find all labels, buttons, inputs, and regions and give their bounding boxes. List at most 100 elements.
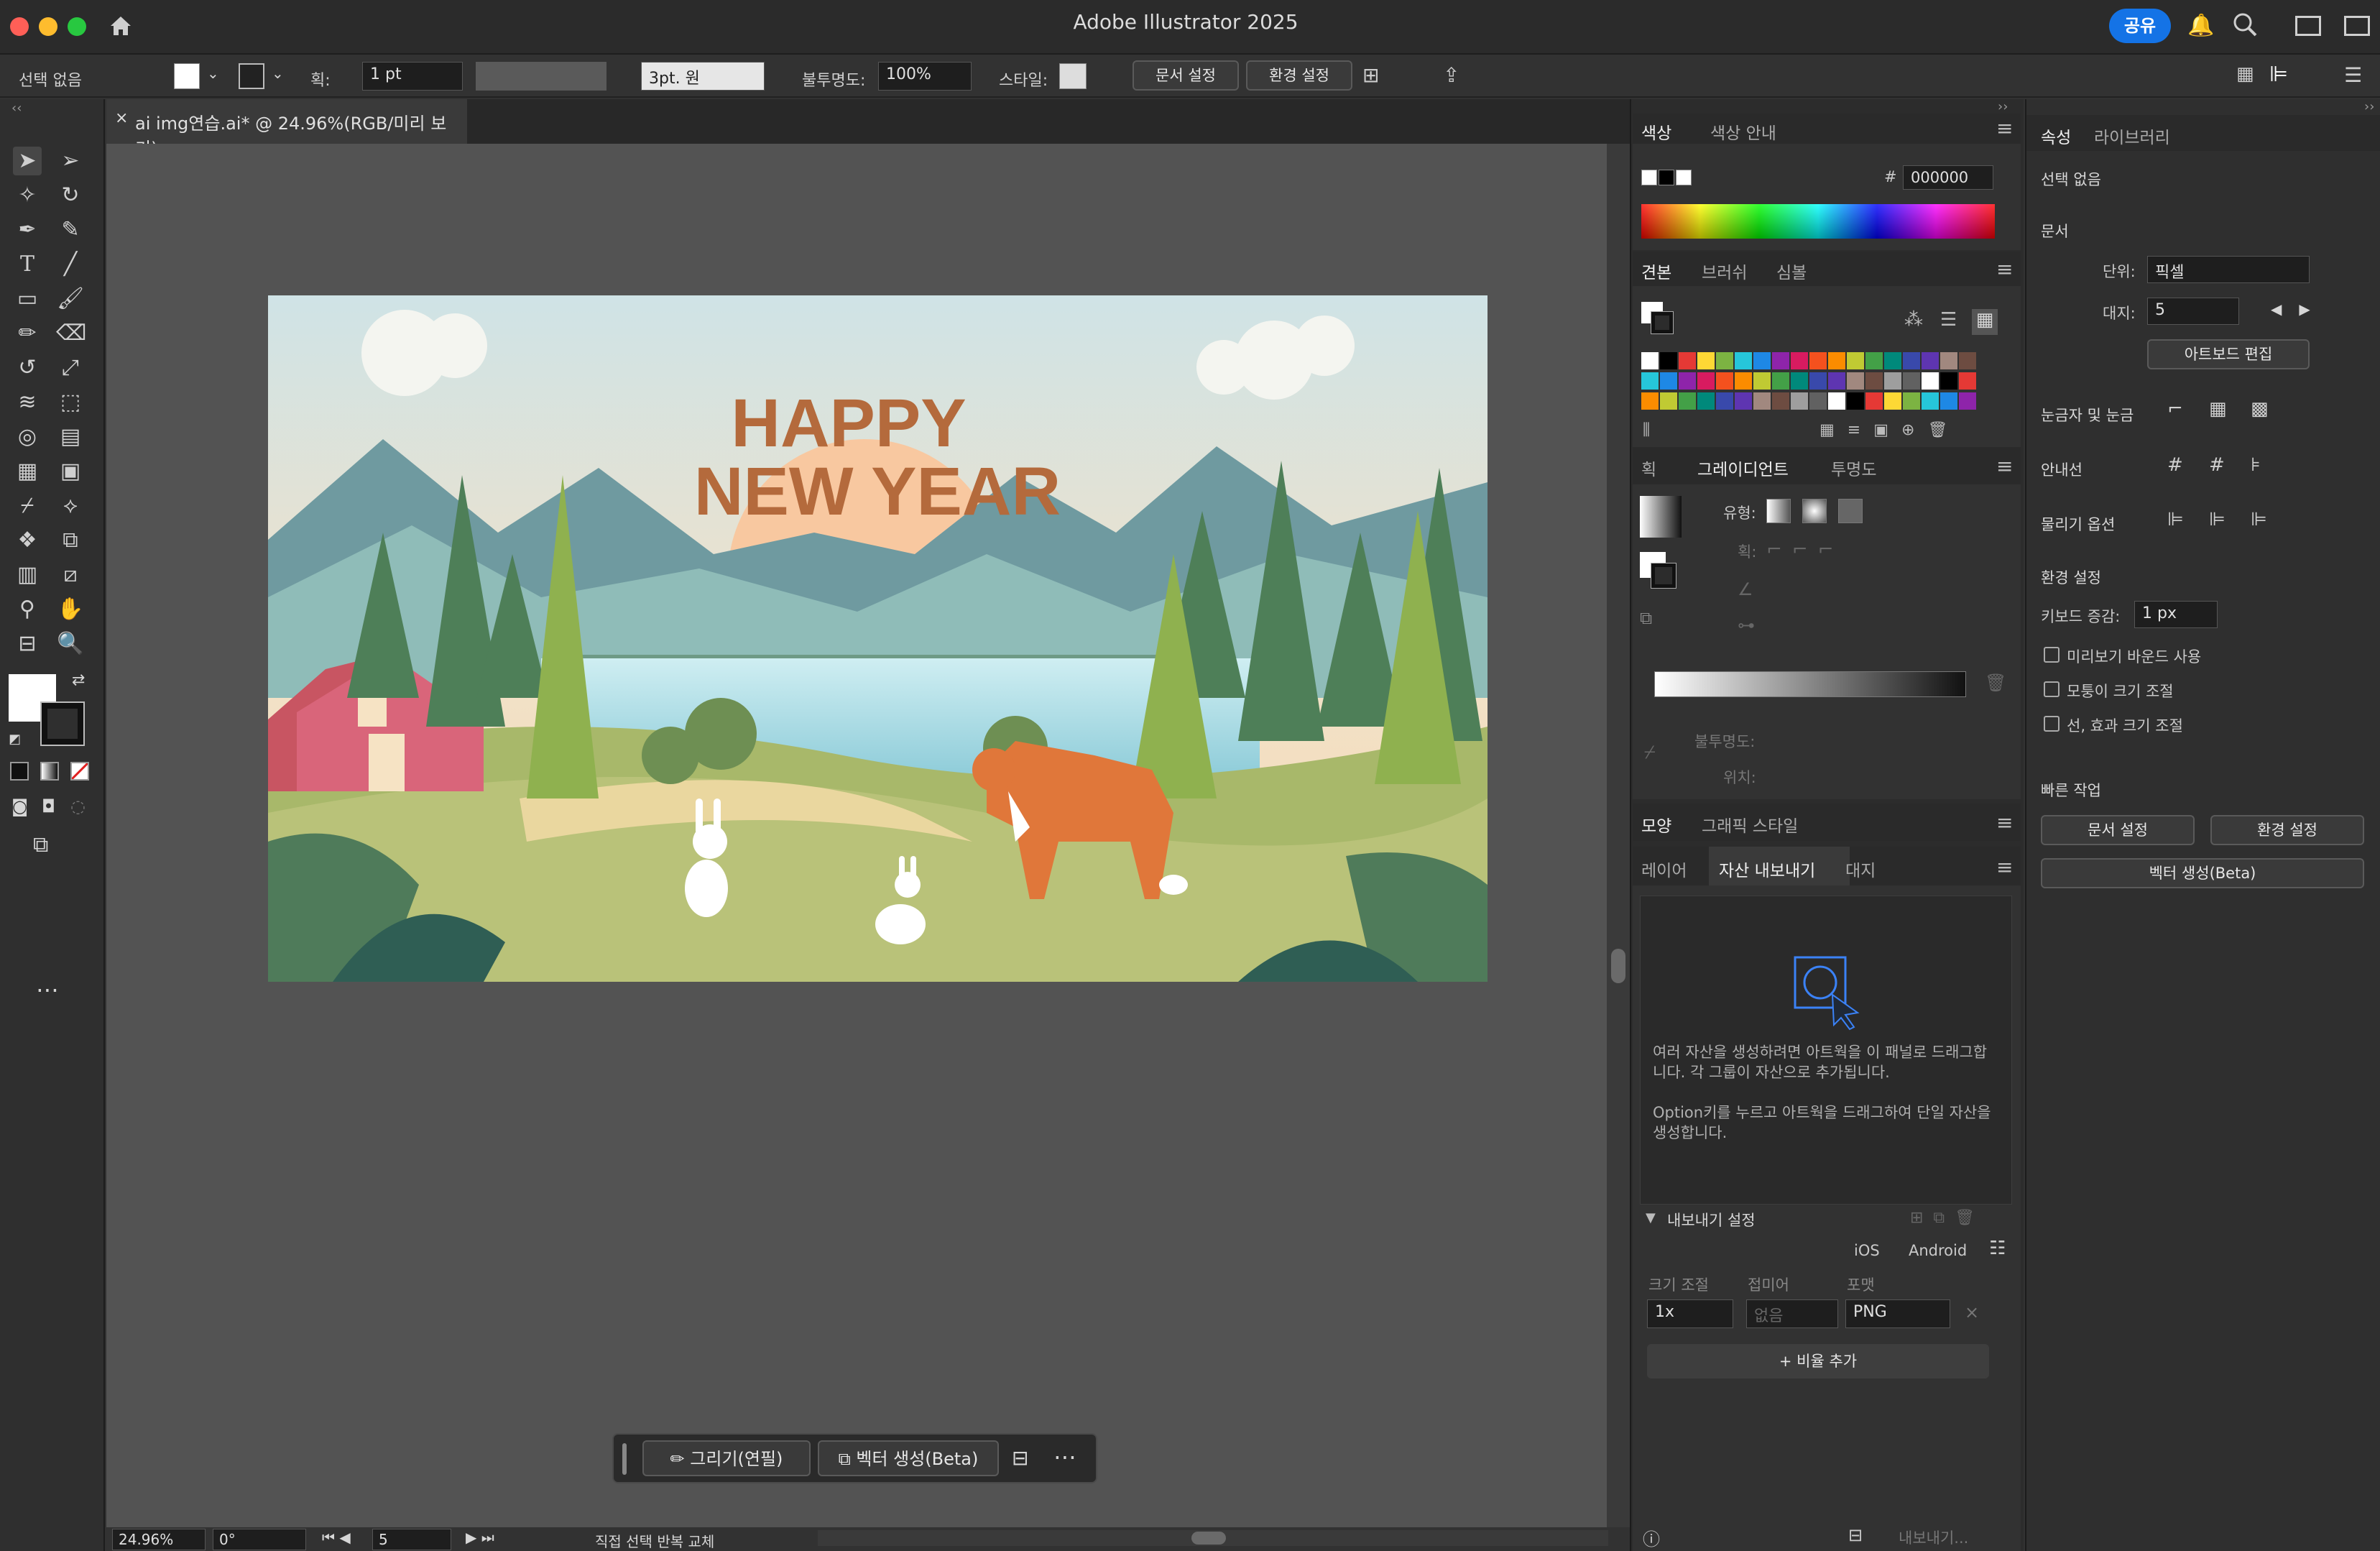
panel-menu-icon[interactable]: ≡ bbox=[1996, 257, 2013, 281]
color-swatch[interactable] bbox=[1865, 352, 1883, 369]
tab-artboards[interactable]: 대지 bbox=[1845, 857, 1876, 881]
align-left-icon[interactable]: ⊫ bbox=[2269, 62, 2288, 87]
shape-builder-icon[interactable]: ◎ bbox=[13, 423, 42, 451]
color-swatch[interactable] bbox=[1865, 392, 1883, 410]
show-guides-icon[interactable]: # bbox=[2167, 454, 2183, 476]
transparency-grid-icon[interactable]: ▩ bbox=[2251, 398, 2269, 420]
color-swatch[interactable] bbox=[1847, 372, 1864, 390]
color-swatch[interactable] bbox=[1716, 352, 1733, 369]
color-swatch[interactable] bbox=[1809, 372, 1827, 390]
vector-generate-button[interactable]: ⧉ 벡터 생성(Beta) bbox=[818, 1440, 999, 1476]
tab-brushes[interactable]: 브러쉬 bbox=[1702, 259, 1747, 283]
gradient-preview[interactable] bbox=[1640, 496, 1682, 538]
tab-gradient[interactable]: 그레이디언트 bbox=[1697, 456, 1789, 480]
export-button[interactable]: 내보내기... bbox=[1899, 1527, 1968, 1548]
tab-appearance[interactable]: 모양 bbox=[1641, 812, 1671, 837]
linear-gradient-icon[interactable] bbox=[1766, 499, 1791, 523]
color-swatch[interactable] bbox=[1679, 392, 1696, 410]
workspace-icon[interactable] bbox=[2295, 16, 2321, 36]
tab-layers[interactable]: 레이어 bbox=[1641, 857, 1687, 881]
more-tools-icon[interactable]: ⋯ bbox=[36, 976, 59, 1003]
variable-width-dropdown[interactable] bbox=[476, 62, 606, 91]
white-swatch[interactable] bbox=[1676, 170, 1692, 185]
selection-tool-icon[interactable]: ➤ bbox=[13, 147, 42, 175]
tab-swatches[interactable]: 견본 bbox=[1641, 259, 1671, 283]
bell-icon[interactable]: 🔔 bbox=[2187, 13, 2214, 38]
eyedropper-icon[interactable]: ⌿ bbox=[13, 492, 42, 520]
color-swatch[interactable] bbox=[1660, 372, 1677, 390]
symbol-sprayer-icon[interactable]: ❖ bbox=[13, 526, 42, 555]
black-swatch[interactable] bbox=[1659, 170, 1674, 185]
color-swatch[interactable] bbox=[1922, 372, 1939, 390]
eyedropper-icon[interactable]: ⌿ bbox=[1644, 742, 1656, 764]
export-list-icon[interactable]: ⊟ bbox=[1848, 1525, 1863, 1545]
scale-strokes-checkbox[interactable] bbox=[2044, 716, 2060, 732]
align-icon[interactable]: ⊞ bbox=[1362, 63, 1379, 87]
color-swatch[interactable] bbox=[1679, 352, 1696, 369]
quick-preferences-button[interactable]: 환경 설정 bbox=[2210, 815, 2364, 845]
stroke-weight-field[interactable]: 1 pt bbox=[362, 62, 463, 91]
free-transform-icon[interactable]: ⬚ bbox=[56, 388, 85, 417]
panel-menu-icon[interactable]: ≡ bbox=[1996, 116, 2013, 140]
chevron-down-icon[interactable]: ⌄ bbox=[207, 65, 219, 82]
color-swatch[interactable] bbox=[1809, 352, 1827, 369]
tab-graphic-styles[interactable]: 그래픽 스타일 bbox=[1702, 812, 1798, 837]
share-button[interactable]: 공유 bbox=[2109, 9, 2171, 43]
vertical-scrollbar[interactable] bbox=[1607, 144, 1630, 1527]
ruler-icon[interactable]: ⌐ bbox=[2167, 398, 2183, 420]
color-swatch[interactable] bbox=[1641, 372, 1659, 390]
color-swatch[interactable] bbox=[1772, 392, 1789, 410]
close-window-button[interactable] bbox=[10, 17, 29, 36]
color-swatch[interactable] bbox=[1697, 372, 1715, 390]
horizontal-scrollbar[interactable] bbox=[818, 1530, 1608, 1546]
color-swatch[interactable] bbox=[1735, 372, 1752, 390]
collapse-icon[interactable]: ›› bbox=[1998, 99, 2008, 114]
minimize-window-button[interactable] bbox=[39, 17, 57, 36]
screen-mode-icon[interactable]: ⧉ bbox=[33, 832, 48, 857]
color-swatch[interactable] bbox=[1940, 352, 1957, 369]
draw-behind-icon[interactable]: ◘ bbox=[42, 796, 55, 816]
tab-properties[interactable]: 속성 bbox=[2041, 124, 2071, 148]
color-swatch[interactable] bbox=[1828, 372, 1845, 390]
perspective-grid-icon[interactable]: ▤ bbox=[56, 423, 85, 451]
freeform-gradient-icon[interactable] bbox=[1838, 499, 1863, 523]
preferences-button[interactable]: 환경 설정 bbox=[1246, 60, 1352, 91]
stroke-swatch[interactable] bbox=[1651, 563, 1676, 589]
units-select[interactable]: 픽셀 bbox=[2147, 256, 2310, 283]
color-mode-icon[interactable] bbox=[10, 762, 29, 781]
direct-selection-tool-icon[interactable]: ➢ bbox=[56, 147, 85, 175]
artboard-nav-icon[interactable]: ◀▶ bbox=[2271, 300, 2328, 318]
tab-stroke[interactable]: 획 bbox=[1641, 456, 1656, 480]
color-swatch[interactable] bbox=[1847, 352, 1864, 369]
color-swatch[interactable] bbox=[1884, 372, 1901, 390]
color-swatch[interactable] bbox=[1716, 372, 1733, 390]
android-preset[interactable]: Android bbox=[1909, 1242, 1967, 1259]
color-swatch[interactable] bbox=[1679, 372, 1696, 390]
none-swatch-icon[interactable] bbox=[1641, 170, 1657, 185]
mesh-tool-icon[interactable]: ▦ bbox=[13, 457, 42, 486]
blend-tool-icon[interactable]: ⟡ bbox=[56, 492, 85, 520]
graphic-style-swatch[interactable] bbox=[1059, 63, 1087, 89]
color-swatch[interactable] bbox=[1828, 392, 1845, 410]
draw-pencil-button[interactable]: ✏ 그리기(연필) bbox=[642, 1440, 811, 1476]
color-swatch[interactable] bbox=[1791, 392, 1808, 410]
pen-tool-icon[interactable]: ✒ bbox=[13, 216, 42, 244]
color-swatch[interactable] bbox=[1753, 372, 1771, 390]
zoom-field[interactable]: 24.96% bbox=[112, 1529, 206, 1550]
pencil-icon[interactable]: ✏ bbox=[13, 319, 42, 348]
color-swatch[interactable] bbox=[1847, 392, 1864, 410]
snap-glyph-icon[interactable]: ⊫ bbox=[2251, 509, 2267, 530]
tab-transparency[interactable]: 투명도 bbox=[1831, 456, 1876, 480]
suffix-input[interactable]: 없음 bbox=[1746, 1299, 1838, 1328]
info-icon[interactable]: ⓘ bbox=[1643, 1525, 1660, 1550]
curvature-tool-icon[interactable]: ✎ bbox=[56, 216, 85, 244]
eraser-icon[interactable]: ⌫ bbox=[56, 319, 86, 348]
color-swatch[interactable] bbox=[1660, 352, 1677, 369]
color-swatch[interactable] bbox=[1791, 372, 1808, 390]
rectangle-tool-icon[interactable]: ▭ bbox=[13, 285, 42, 313]
color-swatch[interactable] bbox=[1940, 392, 1957, 410]
color-swatch[interactable] bbox=[1959, 372, 1976, 390]
fill-swatch[interactable] bbox=[174, 63, 200, 89]
export-icon[interactable]: ⇪ bbox=[1443, 63, 1459, 87]
panel-menu-icon[interactable]: ≡ bbox=[1996, 811, 2013, 834]
